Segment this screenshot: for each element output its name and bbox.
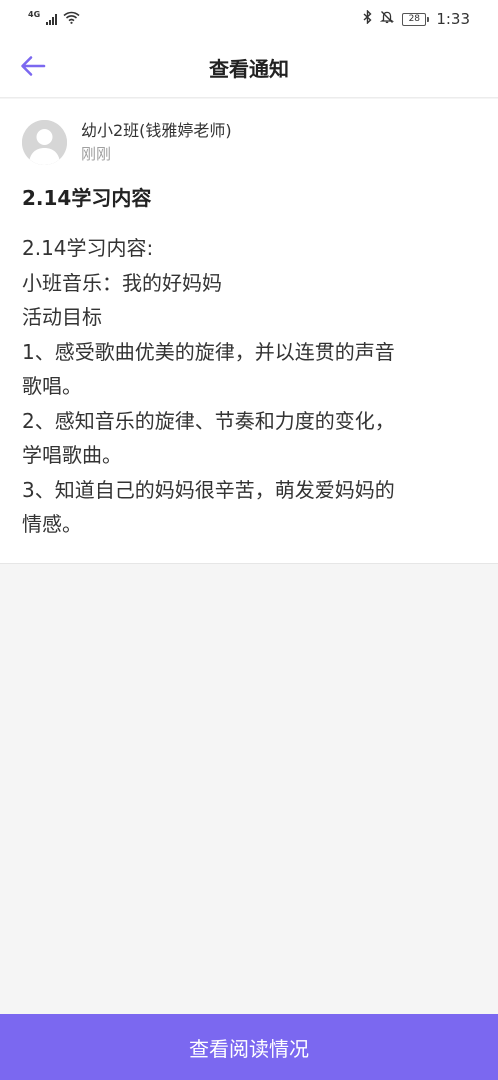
notice-body: 2.14学习内容: 小班音乐：我的好妈妈 活动目标 1、感受歌曲优美的旋律，并以…	[22, 231, 476, 542]
mute-bell-icon	[380, 10, 395, 28]
notice-line: 小班音乐：我的好妈妈	[22, 270, 222, 295]
signal-icon	[46, 13, 58, 25]
page-title: 查看通知	[209, 57, 289, 81]
wifi-icon	[63, 11, 80, 28]
notice-line: 3、知道自己的妈妈很辛苦，萌发爱妈妈的	[22, 477, 395, 502]
notice-line: 情感。	[22, 512, 82, 536]
clock: 1:33	[436, 10, 470, 28]
notice-line: 学唱歌曲。	[22, 443, 122, 467]
notice-detail-page: 4G 28 1:33 查看通知 幼小2班(钱雅婷老师) 刚刚 2.14学习内容 …	[0, 0, 498, 1080]
author-name: 幼小2班(钱雅婷老师)	[81, 121, 232, 140]
bluetooth-icon	[363, 9, 372, 28]
author-meta: 幼小2班(钱雅婷老师) 刚刚	[81, 119, 232, 165]
post-time: 刚刚	[81, 145, 112, 163]
notice-line: 活动目标	[22, 305, 102, 329]
status-left: 4G	[28, 9, 80, 28]
avatar	[22, 119, 67, 165]
title-bar: 查看通知	[0, 38, 498, 98]
back-button[interactable]	[14, 50, 52, 86]
notice-line: 2.14学习内容:	[22, 236, 154, 260]
notice-line: 歌唱。	[22, 374, 82, 398]
author-row: 幼小2班(钱雅婷老师) 刚刚	[22, 119, 476, 165]
view-read-status-button[interactable]: 查看阅读情况	[0, 1014, 498, 1080]
network-type-label: 4G	[28, 9, 41, 19]
battery-icon: 28	[402, 12, 430, 26]
back-arrow-icon	[20, 55, 46, 81]
status-right: 28 1:33	[363, 9, 470, 28]
status-bar: 4G 28 1:33	[0, 0, 498, 38]
notice-line: 1、感受歌曲优美的旋律，并以连贯的声音	[22, 339, 395, 364]
notice-card: 幼小2班(钱雅婷老师) 刚刚 2.14学习内容 2.14学习内容: 小班音乐：我…	[0, 99, 498, 564]
notice-line: 2、感知音乐的旋律、节奏和力度的变化，	[22, 408, 395, 433]
notice-title: 2.14学习内容	[22, 186, 152, 210]
